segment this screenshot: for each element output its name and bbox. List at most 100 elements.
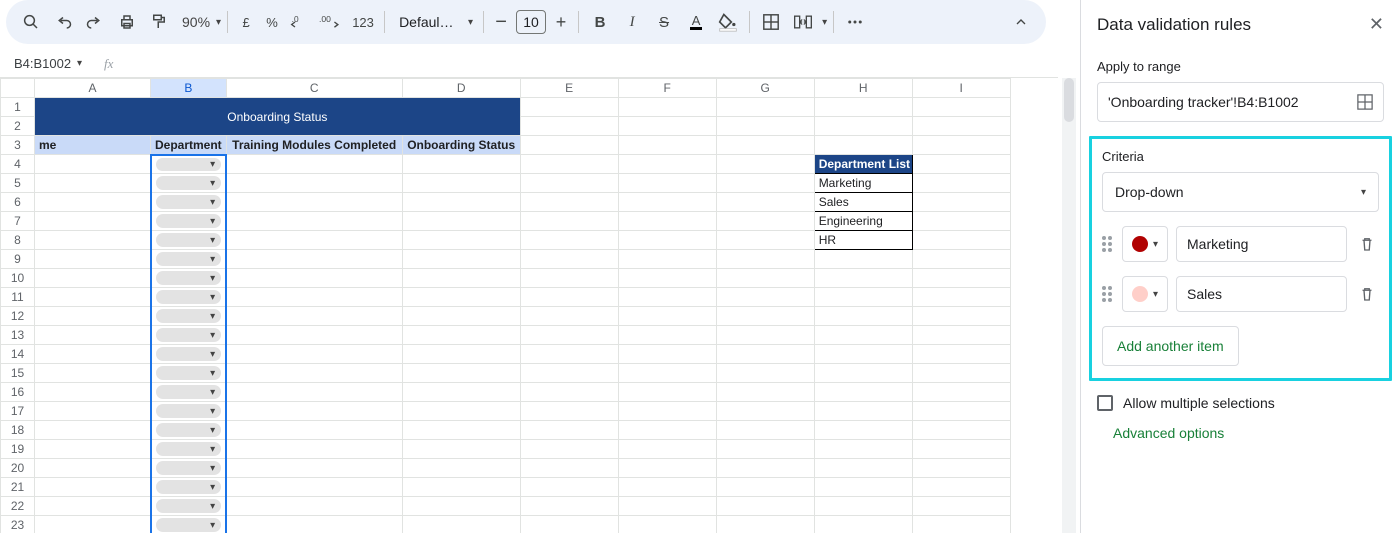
row-header[interactable]: 12 xyxy=(1,307,35,326)
cell[interactable] xyxy=(226,516,402,533)
cell[interactable] xyxy=(35,288,151,307)
cell[interactable] xyxy=(814,136,912,155)
merge-caret-icon[interactable]: ▾ xyxy=(822,17,827,28)
header-d[interactable]: Onboarding Status xyxy=(402,136,520,155)
cell[interactable] xyxy=(912,383,1010,402)
cell[interactable] xyxy=(35,231,151,250)
row-header[interactable]: 8 xyxy=(1,231,35,250)
cell[interactable] xyxy=(814,459,912,478)
cell[interactable] xyxy=(618,345,716,364)
cell[interactable] xyxy=(618,440,716,459)
row-header[interactable]: 18 xyxy=(1,421,35,440)
cell[interactable] xyxy=(226,459,402,478)
department-dropdown-cell[interactable] xyxy=(151,440,227,459)
cell[interactable] xyxy=(520,117,618,136)
cell[interactable] xyxy=(402,193,520,212)
department-dropdown-cell[interactable] xyxy=(151,402,227,421)
department-dropdown-cell[interactable] xyxy=(151,383,227,402)
dropdown-chip[interactable] xyxy=(156,499,222,513)
cell[interactable] xyxy=(912,345,1010,364)
cell[interactable] xyxy=(520,174,618,193)
header-b[interactable]: Department xyxy=(151,136,227,155)
dropdown-chip[interactable] xyxy=(156,158,222,172)
cell[interactable] xyxy=(520,364,618,383)
cell[interactable] xyxy=(402,155,520,174)
dropdown-chip[interactable] xyxy=(156,328,222,342)
dept-list-item[interactable]: Sales xyxy=(814,193,912,212)
cell[interactable] xyxy=(618,497,716,516)
cell[interactable] xyxy=(618,421,716,440)
cell[interactable] xyxy=(520,421,618,440)
row-header[interactable]: 13 xyxy=(1,326,35,345)
cell[interactable] xyxy=(226,497,402,516)
cell[interactable] xyxy=(35,440,151,459)
scroll-thumb[interactable] xyxy=(1064,78,1074,122)
cell[interactable] xyxy=(520,402,618,421)
cell[interactable] xyxy=(402,364,520,383)
row-header[interactable]: 5 xyxy=(1,174,35,193)
dropdown-chip[interactable] xyxy=(156,233,222,247)
zoom-level[interactable]: 90% xyxy=(176,14,212,30)
cell[interactable] xyxy=(912,155,1010,174)
cell[interactable] xyxy=(716,383,814,402)
row-header[interactable]: 20 xyxy=(1,459,35,478)
cell[interactable] xyxy=(912,421,1010,440)
dept-list-header[interactable]: Department List xyxy=(814,155,912,174)
font-size-input[interactable]: 10 xyxy=(516,10,546,34)
cell[interactable] xyxy=(520,136,618,155)
cell[interactable] xyxy=(226,193,402,212)
cell[interactable] xyxy=(814,516,912,533)
dropdown-chip[interactable] xyxy=(156,366,222,380)
cell[interactable] xyxy=(912,98,1010,117)
cell[interactable] xyxy=(814,497,912,516)
row-header[interactable]: 3 xyxy=(1,136,35,155)
cell[interactable] xyxy=(226,212,402,231)
row-header[interactable]: 7 xyxy=(1,212,35,231)
cell[interactable] xyxy=(912,269,1010,288)
cell[interactable] xyxy=(618,383,716,402)
department-dropdown-cell[interactable] xyxy=(151,478,227,497)
dropdown-chip[interactable] xyxy=(156,176,222,190)
row-header[interactable]: 16 xyxy=(1,383,35,402)
cell[interactable] xyxy=(35,269,151,288)
cell[interactable] xyxy=(35,459,151,478)
dropdown-chip[interactable] xyxy=(156,404,222,418)
cell[interactable] xyxy=(912,250,1010,269)
cell[interactable] xyxy=(716,516,814,533)
cell[interactable] xyxy=(520,155,618,174)
cell[interactable] xyxy=(520,516,618,533)
cell[interactable] xyxy=(226,364,402,383)
cell[interactable] xyxy=(618,516,716,533)
cell[interactable] xyxy=(226,269,402,288)
cell[interactable] xyxy=(912,326,1010,345)
merge-cells-button[interactable] xyxy=(788,7,818,37)
column-header-G[interactable]: G xyxy=(716,79,814,98)
column-header-H[interactable]: H xyxy=(814,79,912,98)
dropdown-chip[interactable] xyxy=(156,347,222,361)
cell[interactable] xyxy=(520,250,618,269)
column-header-B[interactable]: B xyxy=(151,79,227,98)
bold-button[interactable]: B xyxy=(585,7,615,37)
cell[interactable] xyxy=(226,402,402,421)
cell[interactable] xyxy=(814,421,912,440)
cell[interactable] xyxy=(520,497,618,516)
close-icon[interactable]: ✕ xyxy=(1369,14,1384,35)
cell[interactable] xyxy=(716,478,814,497)
cell[interactable] xyxy=(618,193,716,212)
department-dropdown-cell[interactable] xyxy=(151,307,227,326)
cell[interactable] xyxy=(716,326,814,345)
cell[interactable] xyxy=(226,307,402,326)
cell[interactable] xyxy=(912,193,1010,212)
cell[interactable] xyxy=(912,402,1010,421)
cell[interactable] xyxy=(618,307,716,326)
cell[interactable] xyxy=(716,174,814,193)
cell[interactable] xyxy=(35,155,151,174)
font-select[interactable]: Defaul… ▾ xyxy=(391,14,477,30)
cell[interactable] xyxy=(402,250,520,269)
cell[interactable] xyxy=(35,212,151,231)
department-dropdown-cell[interactable] xyxy=(151,497,227,516)
cell[interactable] xyxy=(35,421,151,440)
font-size-minus[interactable]: − xyxy=(490,7,512,37)
cell[interactable] xyxy=(520,307,618,326)
cell[interactable] xyxy=(618,269,716,288)
